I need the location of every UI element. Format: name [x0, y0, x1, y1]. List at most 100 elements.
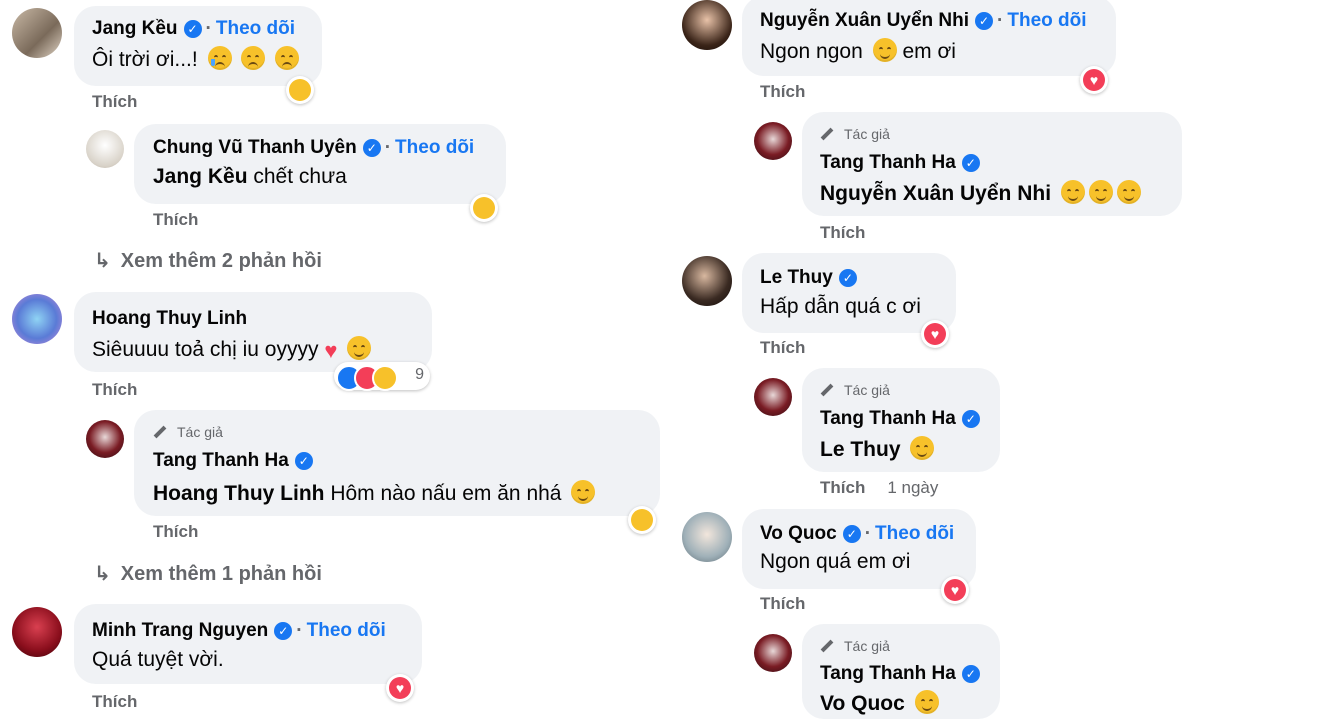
- reaction-summary[interactable]: 9: [334, 362, 430, 391]
- view-more-label[interactable]: Xem thêm 1 phản hồi: [121, 563, 322, 585]
- author-name[interactable]: Hoang Thuy Linh: [92, 308, 247, 329]
- author-badge-label: Tác giả: [844, 126, 890, 142]
- like-button[interactable]: Thích: [760, 338, 805, 358]
- follow-button[interactable]: Theo dõi: [1007, 10, 1086, 31]
- author-name[interactable]: Tang Thanh Ha: [820, 663, 956, 684]
- pencil-icon: [820, 639, 834, 653]
- sad-sweat-emoji-icon: [275, 46, 300, 70]
- like-button[interactable]: Thích: [760, 594, 805, 614]
- reply-arrow-icon: ↳: [94, 250, 111, 272]
- separator-dot: ·: [997, 10, 1004, 31]
- follow-button[interactable]: Theo dõi: [307, 620, 386, 641]
- smile-emoji-icon: [1088, 180, 1113, 204]
- avatar-nguyen-xuan-uyen-nhi[interactable]: [682, 0, 732, 50]
- heart-reaction-icon[interactable]: [1080, 66, 1108, 94]
- like-button[interactable]: Thích: [92, 692, 137, 712]
- author-name[interactable]: Tang Thanh Ha: [820, 408, 956, 429]
- separator-dot: ·: [384, 137, 392, 158]
- like-button[interactable]: Thích: [820, 223, 865, 243]
- follow-button[interactable]: Theo dõi: [875, 523, 954, 544]
- verified-badge-icon: ✓: [362, 139, 381, 157]
- author-badge-label: Tác giả: [844, 382, 890, 398]
- view-more-replies[interactable]: ↳ Xem thêm 1 phản hồi: [94, 561, 322, 586]
- like-button[interactable]: Thích: [92, 92, 137, 112]
- like-button[interactable]: Thích 1 ngày: [820, 478, 938, 498]
- separator-dot: ·: [864, 523, 872, 544]
- avatar-minh-trang-nguyen[interactable]: [12, 607, 62, 657]
- smile-emoji-icon: [914, 690, 939, 714]
- mention-link[interactable]: Vo Quoc: [820, 692, 905, 715]
- reply-arrow-icon: ↳: [94, 563, 111, 585]
- avatar-vo-quoc[interactable]: [682, 512, 732, 562]
- author-name[interactable]: Chung Vũ Thanh Uyên: [153, 137, 357, 158]
- follow-button[interactable]: Theo dõi: [216, 18, 295, 39]
- heart-reaction-icon[interactable]: [921, 320, 949, 348]
- smile-emoji-icon: [910, 436, 935, 460]
- avatar-le-thuy[interactable]: [682, 256, 732, 306]
- haha-reaction-icon[interactable]: [286, 76, 314, 104]
- sad-emoji-icon: [241, 46, 266, 70]
- comment-body-tail: em ơi: [902, 40, 956, 63]
- like-label[interactable]: Thích: [820, 478, 865, 497]
- mention-link[interactable]: Nguyễn Xuân Uyển Nhi: [820, 182, 1051, 205]
- reply-body: Hôm nào nấu em ăn nhá: [330, 482, 562, 505]
- author-badge: Tác giả: [153, 424, 223, 440]
- like-button[interactable]: Thích: [153, 522, 198, 542]
- comment-author[interactable]: Minh Trang Nguyen ✓ · Theo dõi: [92, 620, 386, 642]
- avatar-tang-thanh-ha[interactable]: [754, 122, 792, 160]
- avatar-tang-thanh-ha[interactable]: [86, 420, 124, 458]
- comment-author[interactable]: Le Thuy ✓: [760, 267, 857, 289]
- author-name[interactable]: Vo Quoc: [760, 523, 837, 544]
- comment-timestamp[interactable]: 1 ngày: [887, 478, 938, 497]
- author-badge-label: Tác giả: [177, 424, 223, 440]
- comment-body: Ôi trời ơi...!: [92, 48, 198, 71]
- reply-author[interactable]: Tang Thanh Ha ✓: [820, 408, 980, 430]
- avatar-hoang-thuy-linh[interactable]: [12, 294, 62, 344]
- comment-author[interactable]: Hoang Thuy Linh: [92, 308, 247, 330]
- follow-button[interactable]: Theo dõi: [395, 137, 474, 158]
- like-button[interactable]: Thích: [92, 380, 137, 400]
- reply-author[interactable]: Tang Thanh Ha ✓: [153, 450, 313, 472]
- author-name[interactable]: Nguyễn Xuân Uyển Nhi: [760, 10, 969, 31]
- author-name[interactable]: Tang Thanh Ha: [820, 152, 956, 173]
- reply-author[interactable]: Tang Thanh Ha ✓: [820, 663, 980, 685]
- reply-author[interactable]: Chung Vũ Thanh Uyên ✓ · Theo dõi: [153, 137, 474, 159]
- comment-author[interactable]: Jang Kều ✓ · Theo dõi: [92, 18, 295, 40]
- smile-emoji-icon: [347, 336, 372, 360]
- reply-author[interactable]: Tang Thanh Ha ✓: [820, 152, 980, 174]
- care-reaction-icon: [372, 365, 398, 391]
- author-name[interactable]: Le Thuy: [760, 267, 833, 288]
- smile-emoji-icon: [1060, 180, 1085, 204]
- reply-body: chết chưa: [253, 165, 347, 188]
- avatar-jang-keu[interactable]: [12, 8, 62, 58]
- comment-text: Siêuuuu toả chị iu oyyyy ♥: [92, 336, 372, 364]
- mention-link[interactable]: Le Thuy: [820, 438, 901, 461]
- like-button[interactable]: Thích: [153, 210, 198, 230]
- view-more-label[interactable]: Xem thêm 2 phản hồi: [121, 250, 322, 272]
- care-reaction-icon[interactable]: [628, 506, 656, 534]
- verified-badge-icon: ✓: [961, 154, 980, 172]
- reply-bubble: [134, 124, 506, 204]
- mention-link[interactable]: Hoang Thuy Linh: [153, 482, 324, 505]
- comment-bubble: [742, 253, 956, 333]
- heart-reaction-icon[interactable]: [386, 674, 414, 702]
- mention-link[interactable]: Jang Kều: [153, 165, 248, 188]
- author-name[interactable]: Minh Trang Nguyen: [92, 620, 268, 641]
- reply-text: Vo Quoc: [820, 690, 939, 716]
- author-name[interactable]: Tang Thanh Ha: [153, 450, 289, 471]
- avatar-chung-vu-thanh-uyen[interactable]: [86, 130, 124, 168]
- sad-reaction-icon[interactable]: [470, 194, 498, 222]
- comment-author[interactable]: Nguyễn Xuân Uyển Nhi ✓ · Theo dõi: [760, 10, 1087, 32]
- view-more-replies[interactable]: ↳ Xem thêm 2 phản hồi: [94, 248, 322, 273]
- pencil-icon: [153, 425, 167, 439]
- like-button[interactable]: Thích: [760, 82, 805, 102]
- reply-text: Le Thuy: [820, 436, 935, 462]
- avatar-tang-thanh-ha[interactable]: [754, 378, 792, 416]
- author-name[interactable]: Jang Kều: [92, 18, 178, 39]
- pencil-icon: [820, 383, 834, 397]
- comment-author[interactable]: Vo Quoc ✓ · Theo dõi: [760, 523, 954, 545]
- heart-reaction-icon[interactable]: [941, 576, 969, 604]
- separator-dot: ·: [296, 620, 303, 641]
- verified-badge-icon: ✓: [975, 12, 994, 30]
- avatar-tang-thanh-ha[interactable]: [754, 634, 792, 672]
